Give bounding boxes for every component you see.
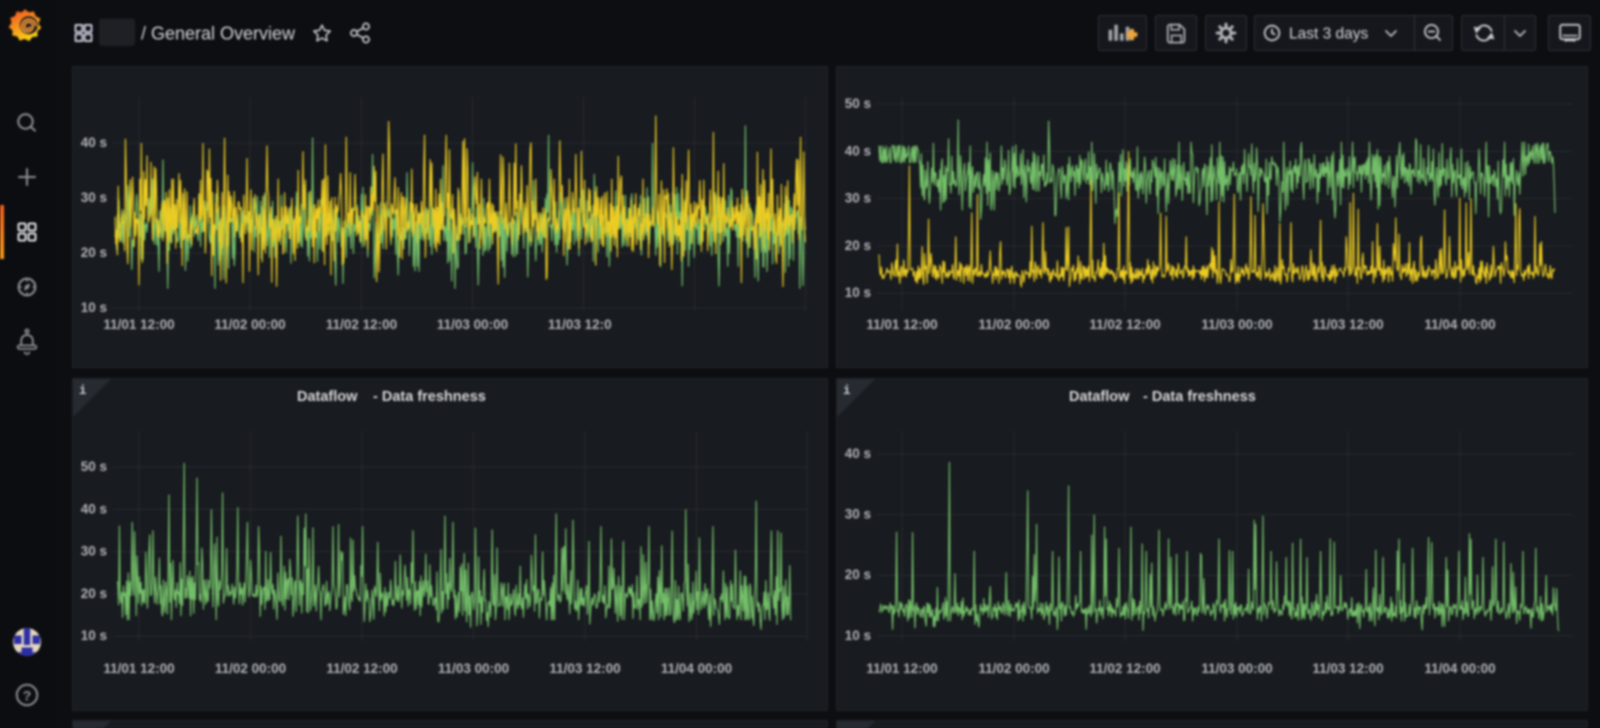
- svg-text:11/04 00:00: 11/04 00:00: [1424, 661, 1495, 676]
- svg-text:11/01 12:00: 11/01 12:00: [866, 661, 937, 676]
- svg-text:i: i: [79, 384, 87, 398]
- svg-text:11/03 00:00: 11/03 00:00: [438, 661, 509, 676]
- svg-text:11/01 12:00: 11/01 12:00: [103, 317, 174, 332]
- svg-text:20 s: 20 s: [81, 586, 107, 601]
- svg-text:11/03 00:00: 11/03 00:00: [437, 317, 508, 332]
- svg-text:11/03 00:00: 11/03 00:00: [1201, 661, 1272, 676]
- svg-text:11/03 12:00: 11/03 12:00: [549, 661, 620, 676]
- svg-text:20 s: 20 s: [81, 245, 107, 260]
- svg-text:11/02 12:00: 11/02 12:00: [326, 317, 397, 332]
- svg-text:11/03 12:00: 11/03 12:00: [1312, 661, 1383, 676]
- svg-text:11/03 12:00: 11/03 12:00: [548, 317, 619, 332]
- svg-text:40 s: 40 s: [845, 143, 871, 158]
- svg-text:40 s: 40 s: [81, 135, 107, 150]
- svg-text:40 s: 40 s: [81, 501, 107, 516]
- svg-text:10 s: 10 s: [81, 300, 107, 315]
- svg-text:11/02 00:00: 11/02 00:00: [978, 317, 1049, 332]
- svg-text:10 s: 10 s: [81, 628, 107, 643]
- svg-text:11/03 12:00: 11/03 12:00: [1312, 317, 1383, 332]
- svg-text:10 s: 10 s: [845, 285, 871, 300]
- svg-text:30 s: 30 s: [845, 191, 871, 206]
- svg-text:?: ?: [23, 688, 32, 704]
- svg-text:50 s: 50 s: [81, 459, 107, 474]
- svg-text:11/02 00:00: 11/02 00:00: [978, 661, 1049, 676]
- svg-text:11/04 00:00: 11/04 00:00: [1424, 317, 1495, 332]
- svg-text:i: i: [843, 384, 851, 398]
- svg-text:/ General Overview: / General Overview: [141, 24, 296, 44]
- svg-text:11/02 00:00: 11/02 00:00: [215, 661, 286, 676]
- svg-text:11/01 12:00: 11/01 12:00: [103, 661, 174, 676]
- svg-text:50 s: 50 s: [845, 96, 871, 111]
- svg-text:11/02 00:00: 11/02 00:00: [214, 317, 285, 332]
- svg-text:11/01 12:00: 11/01 12:00: [866, 317, 937, 332]
- svg-text:11/02 12:00: 11/02 12:00: [326, 661, 397, 676]
- svg-text:Last 3 days: Last 3 days: [1289, 26, 1369, 43]
- svg-text:20 s: 20 s: [845, 238, 871, 253]
- svg-text:11/02 12:00: 11/02 12:00: [1089, 317, 1160, 332]
- svg-text:20 s: 20 s: [845, 567, 871, 582]
- svg-text:11/04 00:00: 11/04 00:00: [661, 661, 732, 676]
- svg-text:30 s: 30 s: [81, 190, 107, 205]
- svg-text:30 s: 30 s: [845, 507, 871, 522]
- svg-text:11/02 12:00: 11/02 12:00: [1089, 661, 1160, 676]
- svg-text:40 s: 40 s: [845, 446, 871, 461]
- svg-text:10 s: 10 s: [845, 628, 871, 643]
- svg-text:30 s: 30 s: [81, 544, 107, 559]
- svg-text:11/03 00:00: 11/03 00:00: [1201, 317, 1272, 332]
